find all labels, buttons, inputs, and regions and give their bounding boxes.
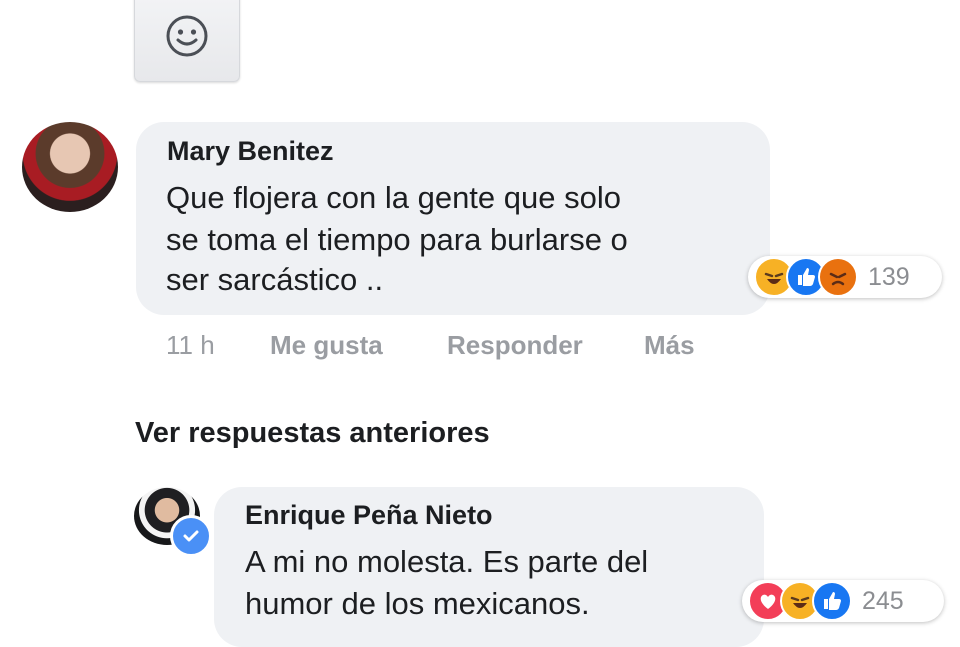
reply-reactions-summary[interactable]: 245 [742, 580, 944, 622]
comment-text-line-1: Que flojera con la gente que solo [166, 180, 621, 215]
comment-text-line-2: se toma el tiempo para burlarse o [166, 222, 628, 257]
reaction-count: 245 [862, 586, 904, 615]
more-comment-link[interactable]: Más [644, 330, 695, 361]
angry-reaction-icon [818, 257, 858, 297]
comment-timestamp[interactable]: 11 h [166, 330, 215, 361]
reply-comment-link[interactable]: Responder [447, 330, 583, 361]
reply-text-line-1: A mi no molesta. Es parte del [245, 544, 649, 579]
avatar-mary-benitez[interactable] [22, 122, 118, 212]
comment-text-line-3: ser sarcástico .. [166, 262, 384, 297]
reaction-count: 139 [868, 262, 910, 291]
like-reaction-icon [812, 581, 852, 621]
smiley-icon [166, 15, 208, 57]
reply-text-line-2: humor de los mexicanos. [245, 586, 590, 621]
comment-author-mary-benitez[interactable]: Mary Benitez [167, 136, 334, 167]
like-comment-link[interactable]: Me gusta [270, 330, 383, 361]
reply-author-enrique-pena-nieto[interactable]: Enrique Peña Nieto [245, 500, 493, 531]
check-badge-icon [170, 515, 212, 557]
comment-reactions-summary[interactable]: 139 [748, 256, 942, 298]
view-previous-replies-link[interactable]: Ver respuestas anteriores [135, 417, 490, 450]
emoji-picker-button[interactable] [134, 0, 240, 82]
